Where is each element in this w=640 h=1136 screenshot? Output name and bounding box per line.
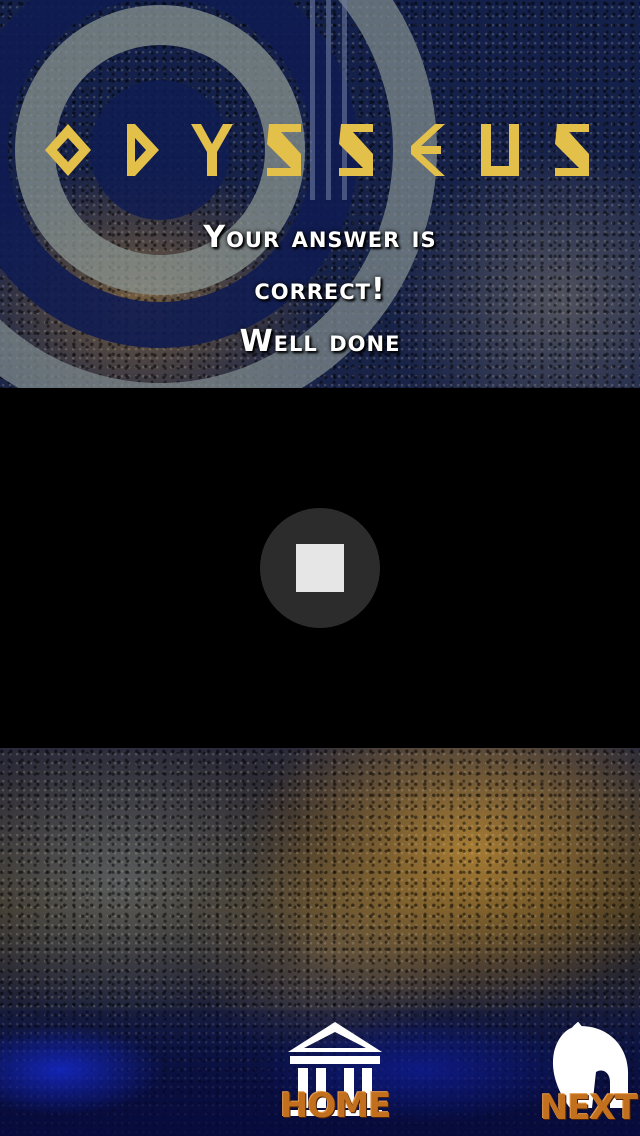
- quiz-result-screen: Your answer is correct! Well done HOME N…: [0, 0, 640, 1136]
- stop-icon: [296, 544, 344, 592]
- result-line-2: correct!: [254, 272, 386, 307]
- next-label: NEXT: [540, 1088, 638, 1128]
- result-line-3: Well done: [239, 324, 401, 359]
- title-letter-o: [40, 117, 96, 183]
- stop-button[interactable]: [260, 508, 380, 628]
- title-letter-d: [112, 117, 168, 183]
- title-letter-s: [544, 117, 600, 183]
- title-letter-e: [400, 117, 456, 183]
- home-button[interactable]: HOME: [280, 1018, 391, 1130]
- title-letter-s: [328, 117, 384, 183]
- next-button[interactable]: NEXT: [540, 1021, 638, 1132]
- result-line-1: Your answer is: [203, 220, 437, 255]
- result-message: Your answer is correct! Well done: [0, 212, 640, 368]
- app-title: [0, 110, 640, 190]
- title-letter-u: [472, 117, 528, 183]
- home-label: HOME: [280, 1086, 391, 1126]
- title-letter-y: [184, 117, 240, 183]
- title-letter-s: [256, 117, 312, 183]
